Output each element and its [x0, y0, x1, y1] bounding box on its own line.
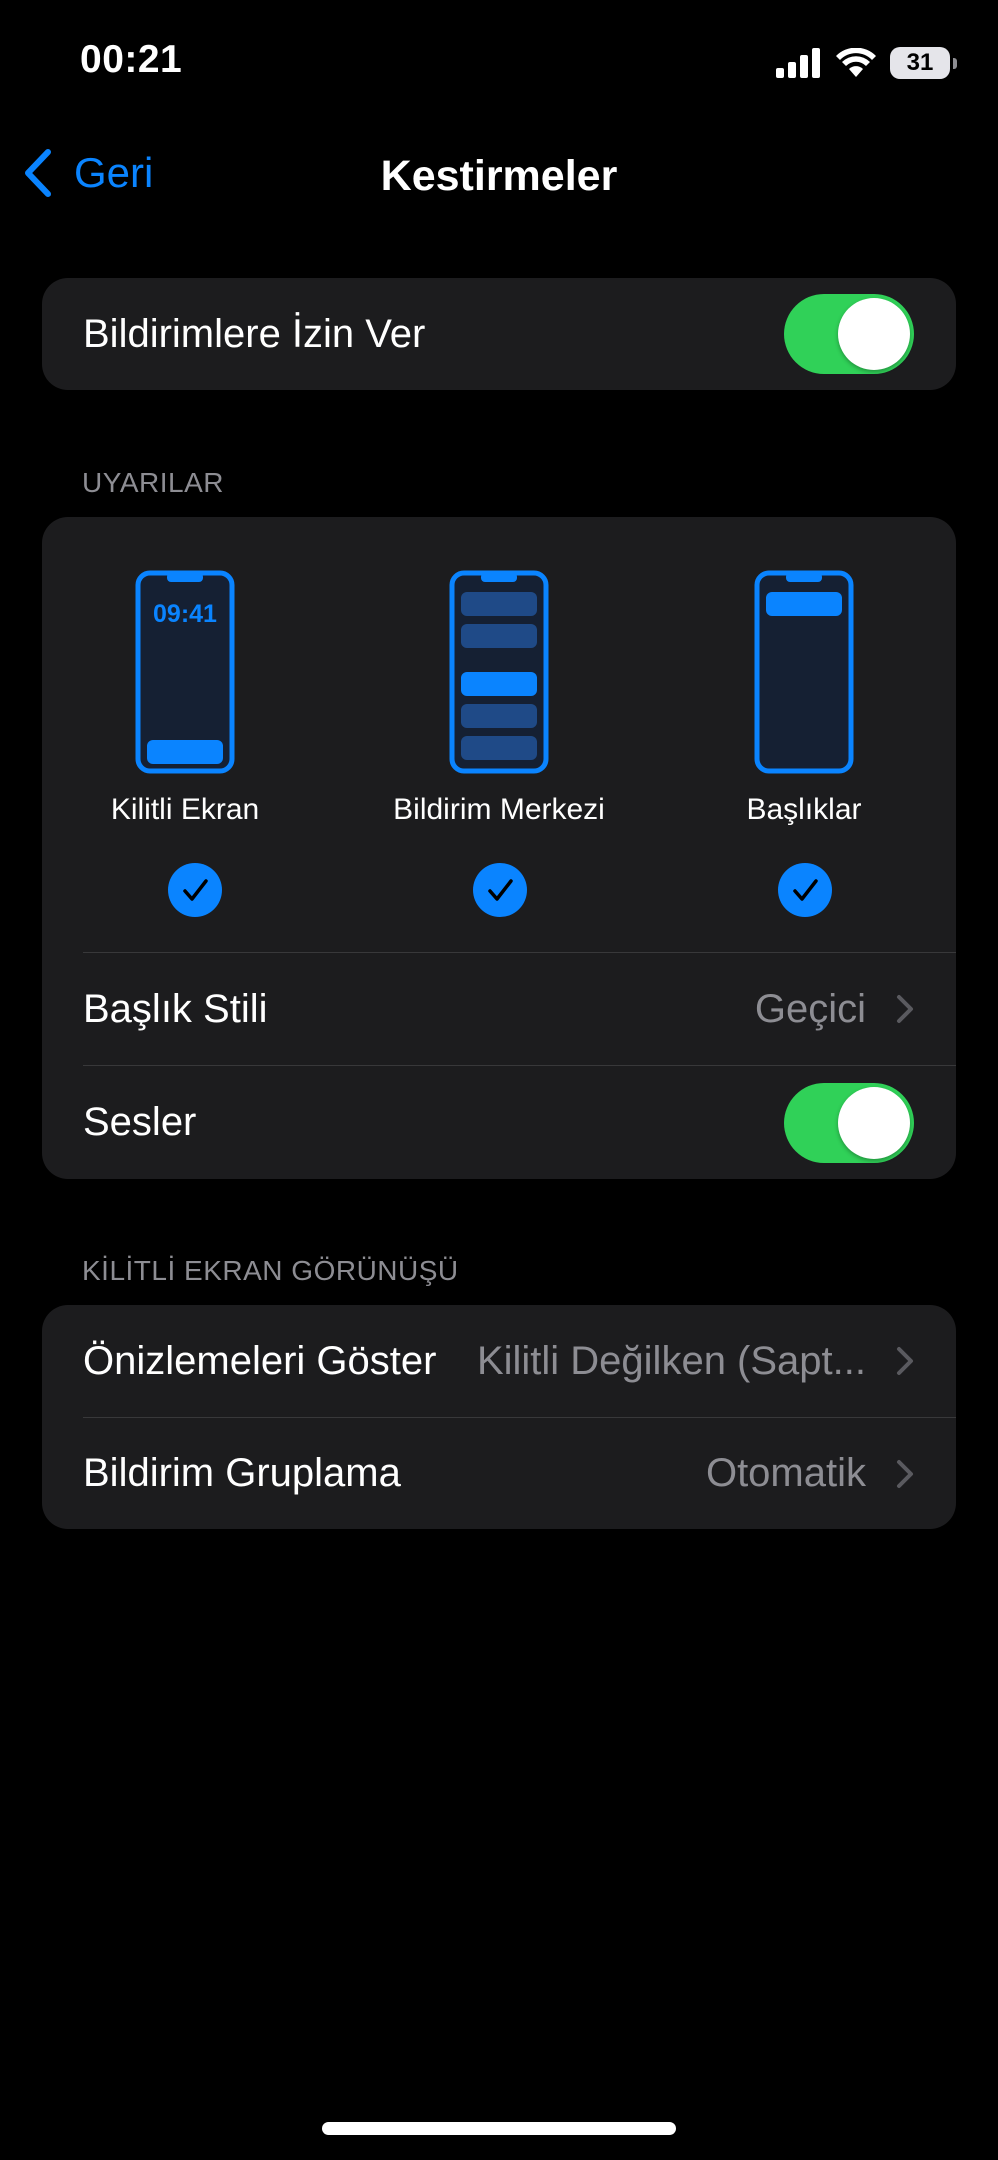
alert-option-notification-center[interactable]: Bildirim Merkezi: [349, 570, 649, 827]
banner-style-label: Başlık Stili: [83, 986, 268, 1031]
page-title: Kestirmeler: [380, 152, 618, 200]
chevron-right-icon: [897, 995, 913, 1023]
toggle-knob: [838, 298, 910, 370]
alerts-section-header: UYARILAR: [82, 467, 224, 498]
chevron-right-icon: [897, 1459, 913, 1488]
sounds-row: Sesler: [42, 1066, 956, 1179]
toggle-knob: [838, 1086, 910, 1159]
alert-option-label: Kilitli Ekran: [110, 793, 260, 826]
battery-level: 31: [906, 49, 934, 76]
checkmark-icon: [793, 879, 818, 901]
status-time: 00:21: [80, 38, 183, 81]
svg-text:09:41: 09:41: [153, 600, 217, 628]
lock-screen-checkbox[interactable]: [168, 863, 222, 917]
checkmark-icon: [488, 879, 513, 901]
notification-center-checkbox[interactable]: [473, 863, 527, 917]
allow-notifications-row: Bildirimlere İzin Ver: [42, 278, 956, 390]
sounds-label: Sesler: [83, 1100, 197, 1144]
show-previews-label: Önizlemeleri Göster: [83, 1338, 437, 1383]
lock-screen-section-header: KİLİTLİ EKRAN GÖRÜNÜŞÜ: [82, 1255, 459, 1286]
alert-option-label: Bildirim Merkezi: [393, 793, 605, 826]
lock-screen-card: Önizlemeleri Göster Kilitli Değilken (Sa…: [42, 1305, 956, 1529]
alerts-card: 09:41 Kilitli Ekran Bildirim Merkezi Baş…: [42, 517, 956, 1179]
notification-center-phone-icon: [449, 570, 549, 774]
status-icons: 31: [776, 44, 957, 82]
show-previews-value: Kilitli Değilken (Sapt...: [476, 1338, 866, 1383]
banner-style-value: Geçici: [754, 986, 866, 1031]
sounds-toggle[interactable]: [784, 1082, 914, 1163]
show-previews-row[interactable]: Önizlemeleri Göster Kilitli Değilken (Sa…: [42, 1305, 956, 1417]
notification-grouping-value: Otomatik: [705, 1451, 866, 1495]
checkmark-icon: [183, 879, 208, 901]
lock-screen-phone-icon: 09:41: [135, 570, 235, 774]
banners-checkbox[interactable]: [778, 863, 832, 917]
alert-option-banners[interactable]: Başlıklar: [654, 570, 954, 827]
notification-grouping-row[interactable]: Bildirim Gruplama Otomatik: [42, 1418, 956, 1529]
banner-style-row[interactable]: Başlık Stili Geçici: [42, 953, 956, 1065]
chevron-right-icon: [897, 1347, 913, 1375]
battery-icon: 31: [890, 47, 957, 79]
alert-option-lock-screen[interactable]: 09:41 Kilitli Ekran: [35, 570, 335, 827]
alert-option-label: Başlıklar: [746, 793, 862, 826]
banners-phone-icon: [754, 570, 854, 774]
notification-grouping-label: Bildirim Gruplama: [83, 1451, 401, 1495]
allow-notifications-card: Bildirimlere İzin Ver: [42, 278, 956, 390]
cellular-signal-icon: [776, 48, 820, 78]
allow-notifications-label: Bildirimlere İzin Ver: [83, 311, 426, 356]
allow-notifications-toggle[interactable]: [784, 294, 914, 374]
home-indicator[interactable]: [322, 2122, 676, 2135]
wifi-icon: [836, 48, 876, 77]
